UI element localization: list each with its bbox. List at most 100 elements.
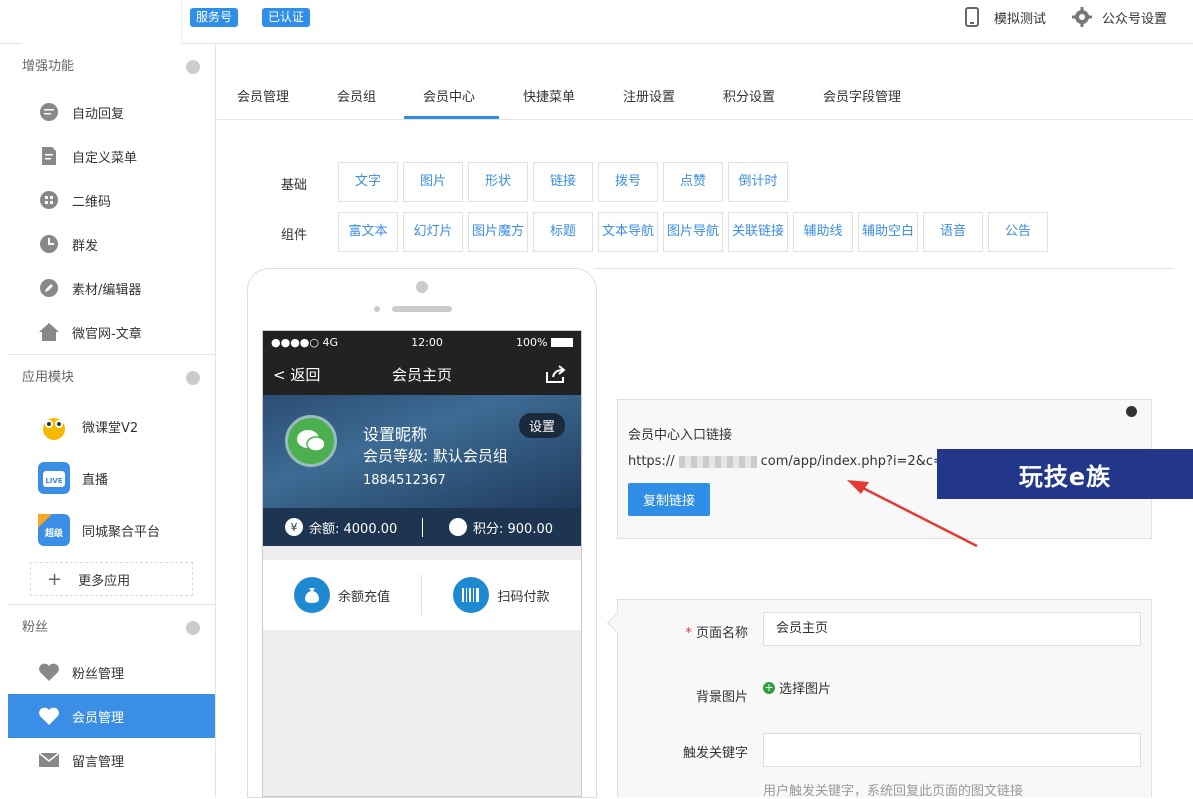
component-button[interactable]: 关联链接 (728, 212, 788, 252)
sidebar: 增强功能 自动回复 自定义菜单 二维码 群发 素材/编辑器 微官网-文章 应用模… (8, 44, 216, 797)
tab-quick-menu[interactable]: 快捷菜单 (523, 86, 575, 105)
section-enhanced[interactable]: 增强功能 (8, 44, 215, 90)
component-button[interactable]: 图片导航 (663, 212, 723, 252)
component-button[interactable]: 幻灯片 (403, 212, 463, 252)
top-bar: 服务号 已认证 模拟测试 公众号设置 (0, 0, 1193, 44)
account-settings-label: 公众号设置 (1102, 11, 1168, 27)
component-button[interactable]: 链接 (533, 162, 593, 202)
sidebar-item-live[interactable]: LIVE 直播 (8, 452, 215, 504)
phone-sensor (374, 306, 380, 312)
copy-link-button[interactable]: 复制链接 (628, 483, 710, 516)
tab-member-center[interactable]: 会员中心 (423, 86, 475, 105)
avatar (285, 415, 337, 467)
scan-pay-action[interactable]: 扫码付款 (422, 575, 581, 615)
more-apps-button[interactable]: + 更多应用 (30, 562, 193, 596)
component-button[interactable]: 图片魔方 (468, 212, 528, 252)
phone-camera (416, 281, 428, 293)
component-button[interactable]: 点赞 (663, 162, 723, 202)
money-bag-icon (293, 577, 330, 613)
sidebar-item-auto-reply[interactable]: 自动回复 (8, 90, 215, 134)
keyword-input[interactable] (763, 733, 1141, 767)
page-name-label: * 页面名称 (685, 626, 748, 641)
home-icon (38, 321, 60, 343)
component-button[interactable]: 倒计时 (728, 162, 788, 202)
recharge-label: 余额充值 (337, 589, 390, 605)
component-button[interactable]: 文本导航 (598, 212, 658, 252)
entry-link-url[interactable]: https://com/app/index.php?i=2&c=m (628, 454, 957, 469)
collapse-icon[interactable] (186, 371, 200, 385)
balance-item[interactable]: ¥ 余额: 4000.00 (263, 517, 423, 537)
coins-icon (449, 518, 467, 536)
sidebar-item-city-platform[interactable]: 超级 同城聚合平台 (8, 504, 215, 556)
component-button[interactable]: 富文本 (338, 212, 398, 252)
component-button[interactable]: 辅助线 (793, 212, 853, 252)
section-apps[interactable]: 应用模块 (8, 354, 215, 400)
tab-member-group[interactable]: 会员组 (337, 86, 376, 105)
sidebar-item-label: 自动回复 (72, 106, 125, 122)
component-button[interactable]: 辅助空白 (858, 212, 918, 252)
divider (594, 268, 1174, 269)
points-item[interactable]: 积分: 900.00 (423, 518, 553, 537)
nickname[interactable]: 设置昵称 (363, 421, 427, 445)
sidebar-item-microsite[interactable]: 微官网-文章 (8, 310, 215, 354)
quick-actions: 余额充值 扫码付款 (263, 560, 581, 630)
back-button[interactable]: < 返回 (273, 364, 320, 385)
section-fans[interactable]: 粉丝 (8, 604, 215, 650)
phone-page-title: 会员主页 (391, 365, 452, 384)
main-content: 会员管理 会员组 会员中心 快捷菜单 注册设置 积分设置 会员字段管理 基础 组… (217, 44, 1193, 799)
sidebar-item-weiketang[interactable]: 微课堂V2 (8, 400, 215, 452)
tab-register-settings[interactable]: 注册设置 (623, 86, 675, 105)
component-button[interactable]: 拨号 (598, 162, 658, 202)
tab-member-fields[interactable]: 会员字段管理 (823, 86, 901, 105)
widget-row-label: 组件 (281, 228, 308, 243)
component-button[interactable]: 公告 (988, 212, 1048, 252)
component-button[interactable]: 文字 (338, 162, 398, 202)
verified-badge: 已认证 (262, 8, 311, 27)
profile-settings-button[interactable]: 设置 (518, 413, 565, 438)
sidebar-item-custom-menu[interactable]: 自定义菜单 (8, 134, 215, 178)
sidebar-item-members[interactable]: 会员管理 (8, 694, 215, 738)
sidebar-item-broadcast[interactable]: 群发 (8, 222, 215, 266)
gear-icon (1072, 7, 1092, 27)
select-image-label: 选择图片 (779, 682, 832, 697)
sidebar-item-label: 群发 (72, 238, 99, 254)
page-name-input[interactable]: 会员主页 (763, 612, 1141, 646)
component-button[interactable]: 图片 (403, 162, 463, 202)
scan-pay-label: 扫码付款 (497, 589, 550, 605)
sidebar-item-label: 留言管理 (72, 754, 125, 770)
blurred-domain (678, 455, 757, 468)
simulate-test-button[interactable]: 模拟测试 (964, 7, 1046, 27)
component-button[interactable]: 语音 (923, 212, 983, 252)
close-icon[interactable] (1126, 406, 1137, 417)
sidebar-item-messages[interactable]: 留言管理 (8, 738, 215, 782)
signal-indicator: ●●●●○ 4G (271, 335, 339, 349)
super-network-icon: 超级 (38, 514, 70, 546)
svg-text:超级: 超级 (44, 527, 64, 539)
simulate-test-label: 模拟测试 (994, 11, 1047, 27)
more-apps-label: 更多应用 (78, 573, 131, 589)
sidebar-item-qrcode[interactable]: 二维码 (8, 178, 215, 222)
account-settings-button[interactable]: 公众号设置 (1072, 7, 1167, 27)
qrcode-icon (38, 189, 60, 211)
collapse-icon[interactable] (186, 621, 200, 635)
barcode-icon (453, 577, 490, 613)
sidebar-item-label: 微课堂V2 (82, 420, 139, 436)
mail-icon (38, 749, 60, 771)
plus-circle-icon: + (763, 680, 775, 694)
heart-icon (38, 661, 60, 683)
member-level: 会员等级: 默认会员组 (363, 447, 508, 465)
tab-member-management[interactable]: 会员管理 (237, 86, 289, 105)
sidebar-item-fans[interactable]: 粉丝管理 (8, 650, 215, 694)
section-title: 粉丝 (22, 620, 49, 635)
collapse-icon[interactable] (186, 60, 200, 74)
tab-points-settings[interactable]: 积分设置 (723, 86, 775, 105)
recharge-action[interactable]: 余额充值 (263, 575, 422, 615)
component-button[interactable]: 标题 (533, 212, 593, 252)
sidebar-item-material-editor[interactable]: 素材/编辑器 (8, 266, 215, 310)
component-button[interactable]: 形状 (468, 162, 528, 202)
share-icon[interactable] (545, 364, 567, 384)
yen-icon: ¥ (285, 518, 303, 536)
sidebar-item-label: 微官网-文章 (72, 326, 142, 342)
select-image-button[interactable]: + 选择图片 (763, 678, 831, 697)
battery-indicator: 100% (516, 336, 573, 349)
